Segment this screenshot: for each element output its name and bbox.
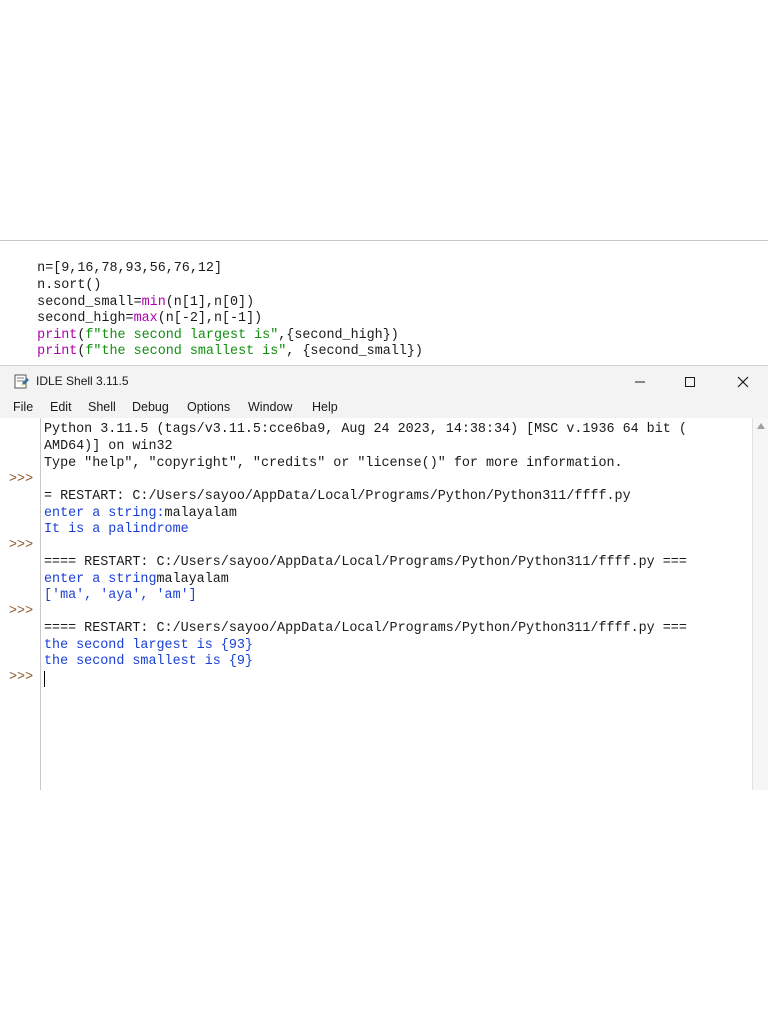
title-bar[interactable]: IDLE Shell 3.11.5	[0, 366, 768, 398]
shell-output-line: enter a string:malayalam	[44, 505, 237, 522]
user-input: malayalam	[156, 572, 229, 587]
maximize-icon	[685, 377, 695, 387]
program-output: It is a palindrome	[44, 522, 189, 537]
user-input: malayalam	[164, 506, 237, 521]
text-cursor	[44, 671, 45, 687]
code-line-1: n=[9,16,78,93,56,76,12]	[5, 243, 222, 276]
program-output: the second largest is {93}	[44, 638, 253, 653]
menu-bar: File Edit Shell Debug Options Window Hel…	[0, 398, 768, 418]
minimize-button[interactable]	[615, 366, 665, 398]
code-line-2: n.sort()	[5, 260, 101, 293]
shell-output-line: Type "help", "copyright", "credits" or "…	[44, 456, 623, 471]
string-literal: f"the second smallest is"	[85, 344, 287, 359]
minimize-icon	[635, 381, 645, 383]
scroll-up-arrow-icon[interactable]	[757, 423, 765, 429]
prompt-gutter: >>> >>> >>> >>>	[0, 418, 41, 790]
maximize-button[interactable]	[665, 366, 715, 398]
program-output: enter a string:	[44, 506, 165, 521]
shell-prompt: >>>	[9, 538, 34, 553]
close-icon	[737, 376, 749, 388]
program-output: ['ma', 'aya', 'am']	[44, 588, 197, 603]
vertical-scrollbar[interactable]	[752, 418, 768, 790]
shell-output-line: enter a stringmalayalam	[44, 571, 229, 588]
close-button[interactable]	[718, 366, 768, 398]
code-line-6: print(f"the second smallest is", {second…	[5, 326, 423, 359]
code-text: , {second_small})	[286, 344, 423, 359]
window-title: IDLE Shell 3.11.5	[36, 374, 129, 388]
menu-file[interactable]: File	[13, 400, 33, 414]
builtin-keyword: print	[37, 344, 78, 359]
menu-help[interactable]: Help	[312, 400, 338, 414]
code-line-4: second_high=max(n[-2],n[-1])	[5, 293, 262, 326]
menu-edit[interactable]: Edit	[50, 400, 72, 414]
menu-debug[interactable]: Debug	[132, 400, 169, 414]
restart-banner: ==== RESTART: C:/Users/sayoo/AppData/Loc…	[44, 555, 687, 570]
shell-prompt: >>>	[9, 670, 34, 685]
menu-options[interactable]: Options	[187, 400, 230, 414]
shell-output-line: Python 3.11.5 (tags/v3.11.5:cce6ba9, Aug…	[44, 422, 687, 437]
shell-output-line: AMD64)] on win32	[44, 439, 173, 454]
idle-shell-window: IDLE Shell 3.11.5 File Edit Shell Debug …	[0, 365, 768, 790]
restart-banner: = RESTART: C:/Users/sayoo/AppData/Local/…	[44, 489, 631, 504]
code-line-5: print(f"the second largest is",{second_h…	[5, 310, 399, 343]
code-editor[interactable]: n=[9,16,78,93,56,76,12] n.sort() second_…	[0, 240, 768, 366]
menu-shell[interactable]: Shell	[88, 400, 116, 414]
shell-prompt: >>>	[9, 604, 34, 619]
restart-banner: ==== RESTART: C:/Users/sayoo/AppData/Loc…	[44, 621, 687, 636]
program-output: enter a string	[44, 572, 157, 587]
code-line-3: second_small=min(n[1],n[0])	[5, 277, 254, 310]
menu-window[interactable]: Window	[248, 400, 292, 414]
shell-text-area[interactable]: Python 3.11.5 (tags/v3.11.5:cce6ba9, Aug…	[41, 418, 752, 790]
program-output: the second smallest is {9}	[44, 654, 253, 669]
idle-python-icon	[14, 374, 29, 389]
shell-prompt: >>>	[9, 472, 34, 487]
